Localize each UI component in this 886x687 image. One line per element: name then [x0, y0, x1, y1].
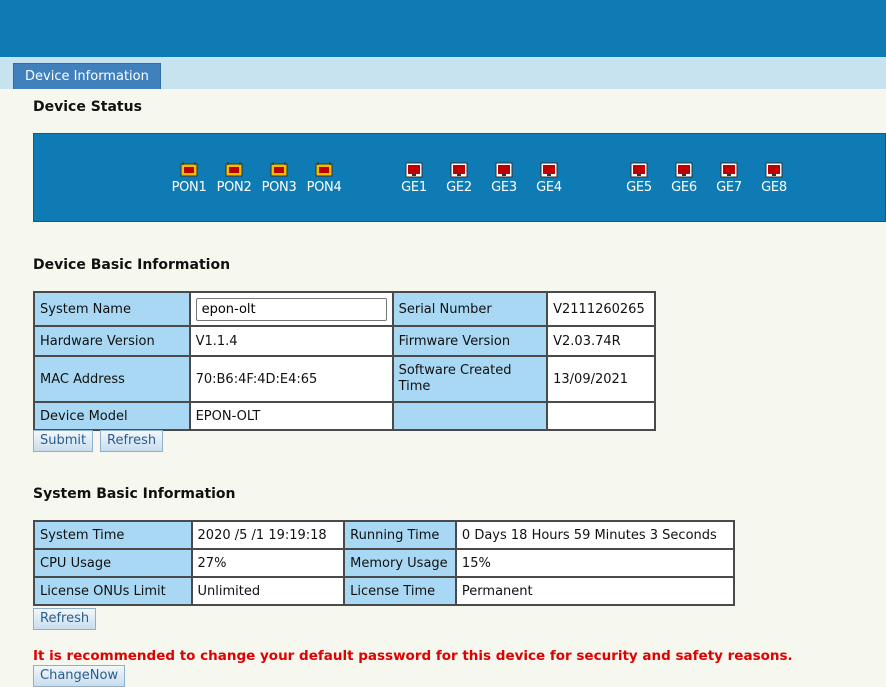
password-warning-text: It is recommended to change your default…	[33, 648, 793, 664]
system-basic-info-title: System Basic Information	[33, 486, 236, 502]
ethernet-port-icon	[720, 162, 738, 178]
mac-address-value: 70:B6:4F:4D:E4:65	[188, 355, 394, 403]
port-label: PON1	[171, 180, 207, 195]
port-label: PON3	[261, 180, 297, 195]
port-ge3[interactable]: GE3	[483, 162, 525, 195]
device-status-title: Device Status	[33, 99, 142, 115]
pon-port-icon	[270, 162, 288, 177]
firmware-version-label: Firmware Version	[391, 325, 549, 357]
port-label: PON4	[306, 180, 342, 195]
empty-value-cell	[546, 401, 656, 431]
ethernet-port-icon	[675, 162, 693, 178]
license-time-label: License Time	[343, 576, 457, 606]
running-time-label: Running Time	[343, 520, 457, 550]
system-time-value: 2020 /5 /1 19:19:18	[190, 520, 346, 550]
serial-number-value: V2111260265	[546, 291, 656, 327]
software-created-label: Software Created Time	[391, 355, 549, 403]
license-time-value: Permanent	[454, 576, 736, 606]
serial-number-label: Serial Number	[391, 291, 549, 327]
table-row: Hardware Version V1.1.4 Firmware Version…	[33, 325, 656, 357]
port-label: GE8	[761, 180, 787, 195]
top-banner	[0, 0, 886, 57]
device-model-label: Device Model	[33, 401, 191, 431]
ethernet-port-icon	[450, 162, 468, 178]
cpu-usage-label: CPU Usage	[33, 548, 193, 578]
memory-usage-value: 15%	[454, 548, 736, 578]
hardware-version-label: Hardware Version	[33, 325, 191, 357]
port-pon3[interactable]: PON3	[258, 162, 300, 195]
port-label: GE3	[491, 180, 517, 195]
software-created-value: 13/09/2021	[546, 355, 656, 403]
pon-port-icon	[180, 162, 198, 177]
system-basic-info-table: System Time 2020 /5 /1 19:19:18 Running …	[33, 520, 736, 606]
port-pon4[interactable]: PON4	[303, 162, 345, 195]
table-row: License ONUs Limit Unlimited License Tim…	[33, 576, 736, 606]
port-label: GE4	[536, 180, 562, 195]
table-row: Device Model EPON-OLT	[33, 401, 656, 431]
cpu-usage-value: 27%	[190, 548, 346, 578]
running-time-value: 0 Days 18 Hours 59 Minutes 3 Seconds	[454, 520, 736, 550]
port-ge7[interactable]: GE7	[708, 162, 750, 195]
memory-usage-label: Memory Usage	[343, 548, 457, 578]
refresh-system-button[interactable]: Refresh	[33, 608, 97, 630]
port-label: GE5	[626, 180, 652, 195]
port-label: GE1	[401, 180, 427, 195]
license-onus-value: Unlimited	[190, 576, 346, 606]
port-pon1[interactable]: PON1	[168, 162, 210, 195]
port-ge6[interactable]: GE6	[663, 162, 705, 195]
port-label: GE6	[671, 180, 697, 195]
system-time-label: System Time	[33, 520, 193, 550]
table-row: System Name Serial Number V2111260265	[33, 291, 656, 327]
table-row: MAC Address 70:B6:4F:4D:E4:65 Software C…	[33, 355, 656, 403]
empty-label-cell	[391, 401, 549, 431]
system-name-label: System Name	[33, 291, 191, 327]
tab-device-information[interactable]: Device Information	[13, 63, 161, 89]
submit-button[interactable]: Submit	[33, 430, 94, 452]
table-row: CPU Usage 27% Memory Usage 15%	[33, 548, 736, 578]
ethernet-port-icon	[630, 162, 648, 178]
port-label: GE7	[716, 180, 742, 195]
port-ge8[interactable]: GE8	[753, 162, 795, 195]
firmware-version-value: V2.03.74R	[546, 325, 656, 357]
ethernet-port-icon	[765, 162, 783, 178]
ethernet-port-icon	[405, 162, 423, 178]
ethernet-port-icon	[495, 162, 513, 178]
ethernet-port-icon	[540, 162, 558, 178]
port-label: PON2	[216, 180, 252, 195]
hardware-version-value: V1.1.4	[188, 325, 394, 357]
port-ge5[interactable]: GE5	[618, 162, 660, 195]
system-name-input[interactable]	[195, 297, 387, 321]
pon-port-icon	[225, 162, 243, 177]
device-model-value: EPON-OLT	[188, 401, 394, 431]
port-pon2[interactable]: PON2	[213, 162, 255, 195]
port-ge4[interactable]: GE4	[528, 162, 570, 195]
table-row: System Time 2020 /5 /1 19:19:18 Running …	[33, 520, 736, 550]
refresh-device-button[interactable]: Refresh	[100, 430, 164, 452]
mac-address-label: MAC Address	[33, 355, 191, 403]
tab-strip: Device Information	[0, 57, 886, 89]
port-label: GE2	[446, 180, 472, 195]
license-onus-label: License ONUs Limit	[33, 576, 193, 606]
device-basic-info-table: System Name Serial Number V2111260265 Ha…	[33, 291, 656, 431]
pon-port-icon	[315, 162, 333, 177]
port-ge2[interactable]: GE2	[438, 162, 480, 195]
change-now-button[interactable]: ChangeNow	[33, 665, 126, 687]
device-status-panel: PON1 PON2 PON3 PON4 GE1 GE2 GE3 GE4 GE5 …	[33, 133, 886, 222]
device-basic-info-title: Device Basic Information	[33, 257, 231, 273]
system-name-cell	[188, 291, 394, 327]
port-ge1[interactable]: GE1	[393, 162, 435, 195]
